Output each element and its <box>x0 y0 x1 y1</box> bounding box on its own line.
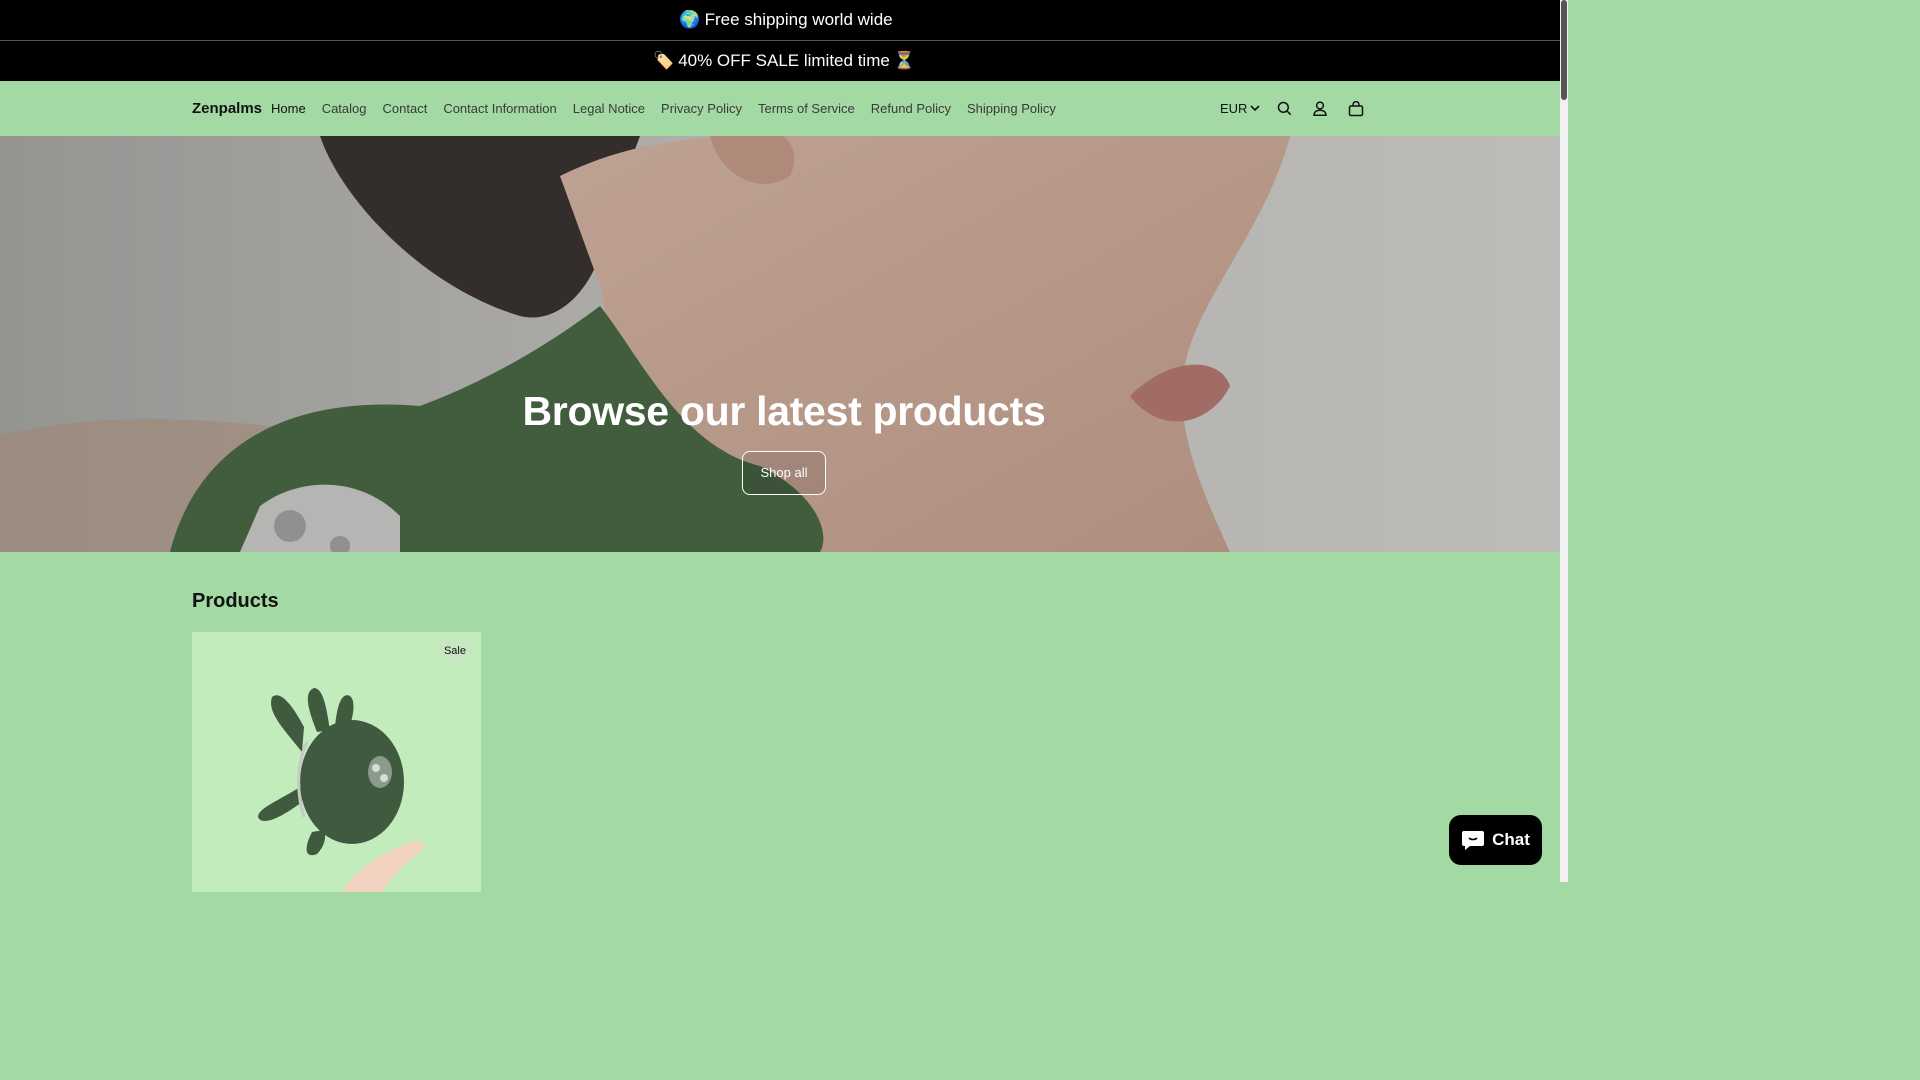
nav-privacy-policy[interactable]: Privacy Policy <box>653 101 750 116</box>
announcement-bar-sale: 🏷️ 40% OFF SALE limited time ⏳ <box>0 41 1568 81</box>
chat-bubble-icon <box>1462 831 1485 850</box>
chat-label: Chat <box>1492 830 1530 849</box>
currency-label: EUR <box>1220 101 1248 116</box>
page-scrollbar[interactable] <box>1560 0 1568 882</box>
nav-shipping-policy[interactable]: Shipping Policy <box>959 101 1064 116</box>
site-header: Zenpalms Home Catalog Contact Contact In… <box>0 81 1568 136</box>
product-card[interactable]: Sale <box>192 632 481 892</box>
scrollbar-thumb[interactable] <box>1561 0 1567 100</box>
nav-refund-policy[interactable]: Refund Policy <box>863 101 959 116</box>
sale-badge: Sale <box>435 640 474 662</box>
nav-contact[interactable]: Contact <box>375 101 436 116</box>
hero-content: Browse our latest products Shop all <box>0 388 1568 495</box>
nav-contact-information[interactable]: Contact Information <box>435 101 564 116</box>
header-tools: EUR <box>1214 81 1374 136</box>
announcement-text: 40% OFF SALE limited time <box>678 51 890 70</box>
chat-button[interactable]: Chat <box>1449 815 1542 865</box>
hourglass-icon: ⏳ <box>893 51 915 71</box>
nav-legal-notice[interactable]: Legal Notice <box>565 101 653 116</box>
nav-terms-of-service[interactable]: Terms of Service <box>750 101 863 116</box>
product-image <box>258 688 424 892</box>
main-nav: Home Catalog Contact Contact Information… <box>263 81 1064 136</box>
globe-icon: 🌍 <box>679 10 701 30</box>
shop-all-button[interactable]: Shop all <box>741 451 827 495</box>
announcement-text: Free shipping world wide <box>704 10 893 29</box>
nav-catalog[interactable]: Catalog <box>314 101 375 116</box>
cart-icon[interactable] <box>1338 91 1374 127</box>
account-icon[interactable] <box>1302 91 1338 127</box>
hero-banner: Browse our latest products Shop all <box>0 136 1568 552</box>
store-logo[interactable]: Zenpalms <box>192 100 262 117</box>
products-heading: Products <box>192 590 279 612</box>
chevron-down-icon <box>1250 105 1261 112</box>
products-section: Products Sale <box>0 590 1568 892</box>
nav-home[interactable]: Home <box>263 101 314 116</box>
search-icon[interactable] <box>1266 91 1302 127</box>
announcement-bar-shipping: 🌍 Free shipping world wide <box>0 0 1568 41</box>
tag-icon: 🏷️ <box>653 51 675 71</box>
currency-selector[interactable]: EUR <box>1214 101 1266 116</box>
hero-title: Browse our latest products <box>522 388 1046 434</box>
